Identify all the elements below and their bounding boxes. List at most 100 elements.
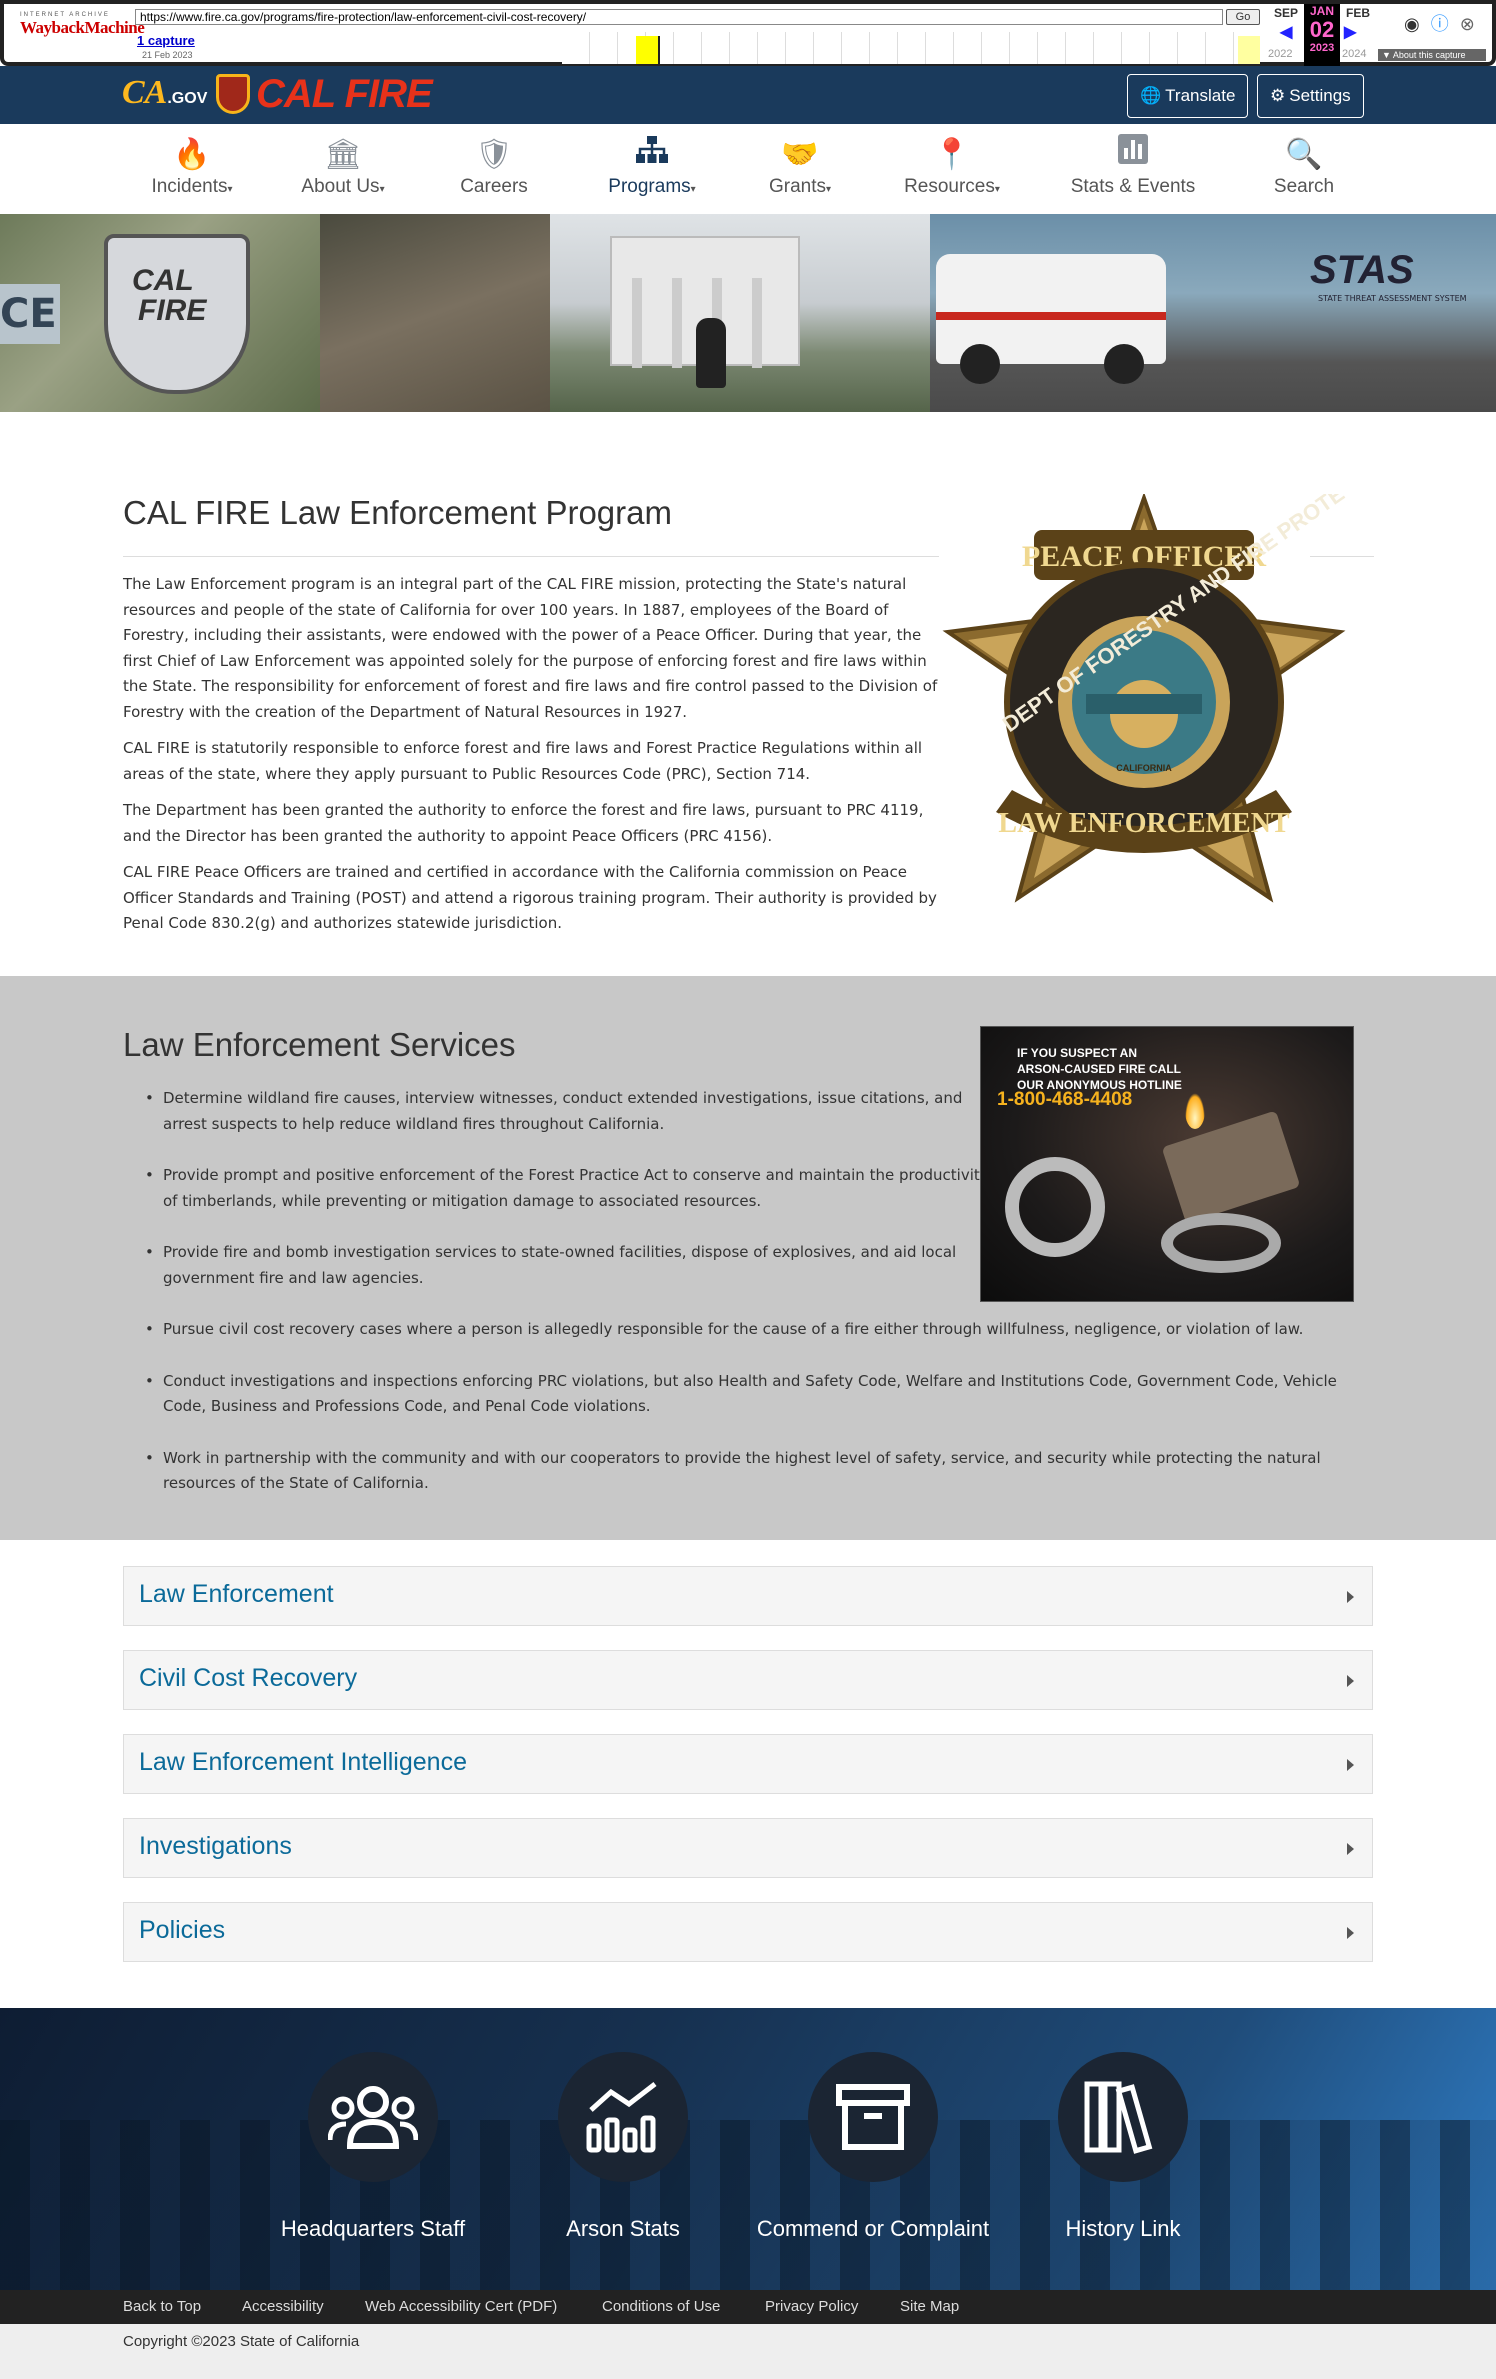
accordion-investigations[interactable]: Investigations xyxy=(123,1818,1373,1878)
wayback-logo[interactable]: INTERNET ARCHIVE WaybackMachine xyxy=(20,12,145,56)
accordion-policies[interactable]: Policies xyxy=(123,1902,1373,1962)
calfire-shield-icon xyxy=(216,74,250,114)
sitemap-svg xyxy=(636,136,668,163)
copyright-bar: Copyright ©2023 State of California xyxy=(0,2324,1496,2379)
wayback-url-input[interactable]: https://www.fire.ca.gov/programs/fire-pr… xyxy=(135,9,1223,25)
nav-item-label: Incidents xyxy=(151,176,228,197)
list-item: Pursue civil cost recovery cases where a… xyxy=(123,1317,1383,1343)
wayback-sparkline[interactable] xyxy=(562,32,1260,64)
calendar-current-day: 02 xyxy=(1309,17,1335,42)
intro-paragraph: CAL FIRE is statutorily responsible to e… xyxy=(123,739,923,783)
arson-hotline-image: IF YOU SUSPECT AN ARSON-CAUSED FIRE CALL… xyxy=(980,1026,1354,1302)
match-flame-icon xyxy=(1185,1093,1205,1129)
list-item: Work in partnership with the community a… xyxy=(123,1446,1383,1497)
badge-bottom-text: LAW ENFORCEMENT xyxy=(998,808,1290,839)
accordion-civil-cost-recovery[interactable]: Civil Cost Recovery xyxy=(123,1650,1373,1710)
nav-item-label: Search xyxy=(1273,176,1335,197)
footer-link-arson-stats[interactable]: Arson Stats xyxy=(503,2052,743,2242)
user-icon[interactable]: ◉ xyxy=(1404,14,1420,35)
footer-link-commend-or-complaint[interactable]: Commend or Complaint xyxy=(753,2052,993,2242)
accessibility-link[interactable]: Accessibility xyxy=(242,2298,324,2315)
site-map-link[interactable]: Site Map xyxy=(900,2298,959,2315)
calendar-prev-month[interactable]: SEP xyxy=(1274,6,1298,20)
nav-item-about-us[interactable]: 🏛 About Us▾ xyxy=(263,134,423,198)
accordion: Law Enforcement Civil Cost Recovery Law … xyxy=(123,1566,1373,1986)
nav-item-label: Stats & Events xyxy=(1070,176,1196,197)
calfire-patch-image: CAL FIRE xyxy=(104,234,250,394)
nav-item-programs[interactable]: Programs▾ xyxy=(572,134,732,198)
archive-box-svg xyxy=(836,2084,910,2150)
map-pin-icon: 📍 xyxy=(933,138,971,171)
list-item: Provide prompt and positive enforcement … xyxy=(123,1163,1003,1214)
accordion-label: Law Enforcement xyxy=(139,1580,334,1608)
nav-item-careers[interactable]: 🛡 Careers xyxy=(414,134,574,198)
gear-icon: ⚙ xyxy=(1270,86,1286,105)
calendar-prev-year[interactable]: 2022 xyxy=(1268,48,1292,60)
footer-link-headquarters-staff[interactable]: Headquarters Staff xyxy=(253,2052,493,2242)
calendar-current: JAN 02 2023 xyxy=(1304,4,1340,66)
nav-item-grants[interactable]: 🤝 Grants▾ xyxy=(720,134,880,198)
wayback-captures-link[interactable]: 1 capture xyxy=(137,33,195,48)
cagov-logo[interactable]: CA.GOV xyxy=(122,74,207,112)
back-to-top-link[interactable]: Back to Top xyxy=(123,2298,201,2315)
intro-section: CAL FIRE Law Enforcement Program The Law… xyxy=(0,412,1496,976)
arson-text-line: ARSON-CAUSED FIRE CALL xyxy=(1017,1062,1181,1076)
nav-item-resources[interactable]: 📍 Resources▾ xyxy=(872,134,1032,198)
caret-right-icon xyxy=(1347,1759,1354,1771)
settings-button[interactable]: ⚙ Settings xyxy=(1257,74,1364,118)
privacy-policy-link[interactable]: Privacy Policy xyxy=(765,2298,858,2315)
users-icon xyxy=(308,2052,438,2182)
accessibility-cert-link[interactable]: Web Accessibility Cert (PDF) xyxy=(365,2298,557,2315)
list-item: Conduct investigations and inspections e… xyxy=(123,1369,1383,1420)
nav-item-search[interactable]: 🔍 Search xyxy=(1224,134,1384,198)
accordion-label: Law Enforcement Intelligence xyxy=(139,1748,467,1776)
services-section: Law Enforcement Services Determine wildl… xyxy=(0,976,1496,1540)
caret-right-icon xyxy=(1347,1675,1354,1687)
intro-body: The Law Enforcement program is an integr… xyxy=(123,572,943,948)
hero-banner: CE CAL FIRE STAS STATE THREAT ASSESSMENT… xyxy=(0,214,1496,412)
wayback-go-button[interactable]: Go xyxy=(1226,9,1260,25)
wayback-logo-main: WaybackMachine xyxy=(20,18,145,37)
bar-chart-svg xyxy=(1118,134,1148,164)
about-capture-button[interactable]: ▼ About this capture xyxy=(1378,49,1486,61)
sparkline-capture-tick[interactable] xyxy=(658,36,660,64)
cagov-logo-text: CA xyxy=(122,74,168,111)
title-divider xyxy=(123,556,939,557)
accordion-label: Policies xyxy=(139,1916,226,1944)
badge-seal-text: CALIFORNIA xyxy=(1116,763,1172,773)
capitol-icon: 🏛 xyxy=(323,138,363,171)
archive-box-icon xyxy=(808,2052,938,2182)
accordion-law-enforcement[interactable]: Law Enforcement xyxy=(123,1566,1373,1626)
truck-wheel xyxy=(960,344,1000,384)
nav-item-stats-events[interactable]: Stats & Events xyxy=(1053,134,1213,198)
footer-link-history-link[interactable]: History Link xyxy=(1003,2052,1243,2242)
accordion-law-enforcement-intelligence[interactable]: Law Enforcement Intelligence xyxy=(123,1734,1373,1794)
arson-text-line: IF YOU SUSPECT AN xyxy=(1017,1046,1138,1060)
handcuff-icon xyxy=(1161,1213,1281,1273)
k9-dog-image xyxy=(696,318,726,388)
chevron-down-icon: ▾ xyxy=(826,184,832,195)
close-icon[interactable]: ⊗ xyxy=(1460,14,1475,35)
banner-panel-investigator xyxy=(320,214,550,412)
conditions-of-use-link[interactable]: Conditions of Use xyxy=(602,2298,720,2315)
globe-icon: 🌐 xyxy=(1140,86,1162,105)
column xyxy=(632,278,642,368)
footer-link-label: Commend or Complaint xyxy=(756,2216,990,2241)
calendar-next-year[interactable]: 2024 xyxy=(1342,48,1366,60)
column xyxy=(752,278,762,368)
chevron-down-icon: ▾ xyxy=(690,184,696,195)
calendar-next-month[interactable]: FEB xyxy=(1346,6,1370,20)
books-icon xyxy=(1058,2052,1188,2182)
patch-text-fire: FIRE xyxy=(138,294,207,327)
calendar-current-month: JAN xyxy=(1309,4,1334,18)
services-title: Law Enforcement Services xyxy=(123,1026,516,1063)
nav-item-label: Programs xyxy=(608,176,691,197)
nav-item-incidents[interactable]: 🔥 Incidents▾ xyxy=(112,134,272,198)
help-icon[interactable]: ⓘ xyxy=(1431,10,1449,36)
handcuff-icon xyxy=(1005,1157,1105,1257)
sitemap-icon xyxy=(572,134,732,176)
translate-button[interactable]: 🌐 Translate xyxy=(1127,74,1249,118)
calendar-next-arrow-icon[interactable]: ▶ xyxy=(1344,22,1356,42)
accordion-label: Civil Cost Recovery xyxy=(139,1664,358,1692)
calendar-prev-arrow-icon[interactable]: ◀ xyxy=(1280,22,1292,42)
